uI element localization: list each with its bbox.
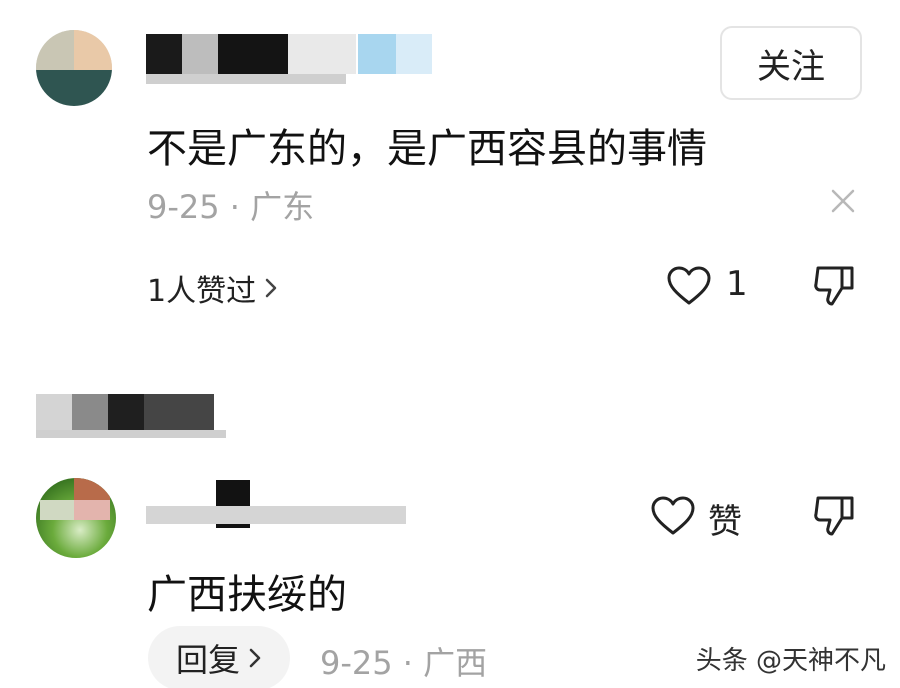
reply-header-pixelated xyxy=(36,394,226,440)
heart-icon[interactable] xyxy=(666,266,712,306)
heart-icon[interactable] xyxy=(650,496,696,536)
username-pixelated[interactable] xyxy=(146,34,436,84)
thumb-down-icon[interactable] xyxy=(812,264,856,308)
liked-by-label: 1人赞过 xyxy=(147,274,257,309)
comment-meta: 9-25 · 广东 xyxy=(147,188,315,226)
comment-meta: 9-25 · 广西 xyxy=(320,644,488,682)
avatar[interactable] xyxy=(36,30,112,106)
watermark: 头条 @天神不凡 xyxy=(695,646,886,676)
liked-by-link[interactable]: 1人赞过 xyxy=(147,266,278,310)
comment-text: 广西扶绥的 xyxy=(147,572,347,618)
thumb-down-icon[interactable] xyxy=(812,494,856,538)
like-count: 1 xyxy=(726,264,748,304)
reply-label: 回复 xyxy=(175,641,240,679)
avatar[interactable] xyxy=(36,478,116,558)
close-icon[interactable] xyxy=(828,186,858,216)
comment-text: 不是广东的，是广西容县的事情 xyxy=(147,126,707,172)
username-pixelated[interactable] xyxy=(146,480,406,528)
chevron-right-icon xyxy=(265,278,277,298)
comment-feed: 关注 不是广东的，是广西容县的事情 9-25 · 广东 1人赞过 1 赞 广西扶… xyxy=(0,0,900,688)
like-label[interactable]: 赞 xyxy=(708,494,742,543)
follow-button[interactable]: 关注 xyxy=(720,26,862,100)
reply-button[interactable]: 回复 xyxy=(148,626,290,688)
chevron-right-icon xyxy=(249,648,261,668)
